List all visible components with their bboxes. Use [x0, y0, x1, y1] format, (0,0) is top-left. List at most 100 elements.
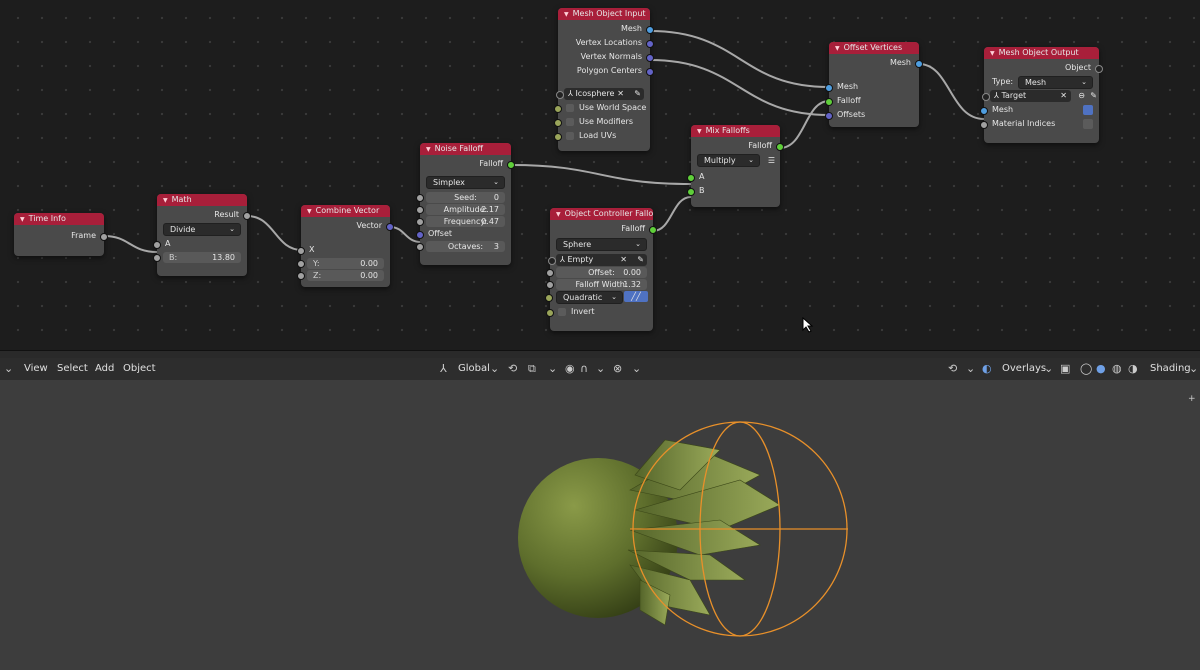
input-socket[interactable]: [554, 119, 562, 127]
checkbox[interactable]: [566, 131, 574, 140]
input-socket[interactable]: [546, 281, 554, 289]
shape-dropdown[interactable]: Sphere ⌄: [556, 238, 647, 251]
collapse-icon[interactable]: ▼: [564, 11, 569, 18]
falloff-width-field[interactable]: Falloff Width: 1.32: [546, 279, 647, 290]
target-object-selector[interactable]: ⅄ Target ✕ ⊖ ✎: [982, 90, 1097, 102]
output-socket[interactable]: [646, 26, 654, 34]
plus-icon[interactable]: +: [1188, 394, 1196, 404]
input-socket[interactable]: [982, 93, 990, 101]
input-socket[interactable]: [416, 243, 424, 251]
checkbox[interactable]: [566, 117, 574, 126]
use-world-space-checkbox[interactable]: Use World Space: [554, 101, 650, 115]
output-socket[interactable]: [100, 233, 108, 241]
input-socket[interactable]: [825, 98, 833, 106]
easing-icon[interactable]: ╱╱: [624, 291, 648, 302]
input-socket[interactable]: [546, 269, 554, 277]
y-field[interactable]: Y: 0.00: [297, 258, 384, 269]
snap-icon[interactable]: ⧉: [528, 358, 536, 380]
output-socket[interactable]: [243, 212, 251, 220]
input-socket[interactable]: [554, 105, 562, 113]
input-socket[interactable]: [153, 254, 161, 262]
input-socket[interactable]: [153, 241, 161, 249]
material-shading-icon[interactable]: ◍: [1112, 358, 1122, 380]
clear-icon[interactable]: ✕: [620, 254, 627, 266]
output-socket[interactable]: [1095, 65, 1103, 73]
menu-view[interactable]: View: [24, 358, 48, 380]
collapse-icon[interactable]: ▼: [835, 45, 840, 52]
output-socket[interactable]: [386, 223, 394, 231]
chevron-down-icon[interactable]: ⌄: [1044, 358, 1053, 380]
proportional-edit-icon[interactable]: ◉: [565, 358, 575, 380]
node-combine-vector[interactable]: ▼ Combine Vector Vector X Y: 0.00 Z: 0.00: [297, 205, 394, 287]
chevron-down-icon[interactable]: ⌄: [596, 358, 605, 380]
input-socket[interactable]: [554, 133, 562, 141]
output-socket[interactable]: [649, 226, 657, 234]
use-modifiers-checkbox[interactable]: Use Modifiers: [554, 115, 650, 129]
input-socket[interactable]: [416, 206, 424, 214]
overlays-button[interactable]: Overlays: [1002, 358, 1046, 380]
collapse-icon[interactable]: ▼: [426, 146, 431, 153]
icosphere-mesh[interactable]: [518, 439, 781, 626]
chevron-down-icon[interactable]: ⌄: [1189, 358, 1198, 380]
input-socket[interactable]: [297, 247, 305, 255]
chevron-down-icon[interactable]: ⌄: [4, 358, 13, 380]
collapse-icon[interactable]: ▼: [20, 216, 25, 223]
node-noise-falloff[interactable]: ▼ Noise Falloff Falloff Simplex ⌄ Seed: 0 A…: [416, 143, 515, 265]
collapse-icon[interactable]: ▼: [990, 50, 995, 57]
amplitude-field[interactable]: Amplitude: 2.17: [416, 204, 505, 215]
input-socket[interactable]: [556, 91, 564, 99]
pivot-icon[interactable]: ⟲: [508, 358, 517, 380]
viewport-scene[interactable]: [0, 380, 1200, 670]
checkbox[interactable]: [558, 307, 566, 316]
output-socket[interactable]: [646, 40, 654, 48]
enable-material-toggle[interactable]: [1083, 119, 1093, 129]
menu-select[interactable]: Select: [57, 358, 88, 380]
collapse-icon[interactable]: ▼: [307, 208, 312, 215]
new-object-icon[interactable]: ⊖: [1078, 90, 1085, 102]
clear-icon[interactable]: ✕: [1060, 90, 1067, 102]
rendered-shading-icon[interactable]: ◑: [1128, 358, 1138, 380]
octaves-field[interactable]: Octaves: 3: [416, 241, 505, 252]
wireframe-shading-icon[interactable]: ◯: [1080, 358, 1092, 380]
3d-viewport[interactable]: ⌄ View Select Add Object ⅄ Global ⌄ ⟲ ⧉ …: [0, 358, 1200, 670]
type-dropdown[interactable]: Mesh ⌄: [1018, 76, 1093, 89]
node-object-controller-falloff[interactable]: ▼ Object Controller Falloff Falloff Spher…: [545, 208, 657, 331]
output-socket[interactable]: [507, 161, 515, 169]
input-socket[interactable]: [825, 112, 833, 120]
interpolation-dropdown[interactable]: Quadratic ⌄ ╱╱: [545, 291, 648, 304]
input-socket[interactable]: [980, 107, 988, 115]
seed-field[interactable]: Seed: 0: [416, 192, 505, 203]
noise-type-dropdown[interactable]: Simplex ⌄: [426, 176, 505, 189]
output-socket[interactable]: [646, 54, 654, 62]
node-offset-vertices[interactable]: ▼ Offset Vertices Mesh Mesh Falloff Offse…: [825, 42, 923, 127]
frequency-field[interactable]: Frequency: 0.47: [416, 216, 505, 227]
input-socket[interactable]: [687, 174, 695, 182]
eyedropper-icon[interactable]: ✎: [637, 254, 644, 266]
input-socket[interactable]: [546, 309, 554, 317]
chevron-down-icon[interactable]: ⌄: [632, 358, 641, 380]
controller-empty-sphere[interactable]: [630, 421, 848, 637]
input-socket[interactable]: [980, 121, 988, 129]
collapse-icon[interactable]: ▼: [697, 128, 702, 135]
node-time-info[interactable]: ▼ Time Info Frame: [14, 213, 108, 256]
node-math[interactable]: ▼ Math Result Divide ⌄ A B: 13.80: [153, 194, 251, 276]
shading-dropdown[interactable]: Shading: [1150, 358, 1191, 380]
checkbox[interactable]: [566, 103, 574, 112]
overlays-icon[interactable]: ◐: [982, 358, 992, 380]
collapse-icon[interactable]: ▼: [556, 211, 561, 218]
node-mesh-object-input[interactable]: ▼ Mesh Object Input Mesh Vertex Locations…: [554, 8, 654, 151]
output-socket[interactable]: [776, 143, 784, 151]
operation-dropdown[interactable]: Divide ⌄: [163, 223, 241, 236]
invert-checkbox[interactable]: Invert: [546, 305, 653, 319]
chevron-down-icon[interactable]: ⌄: [548, 358, 557, 380]
node-mix-falloffs[interactable]: ▼ Mix Falloffs Falloff Multiply ⌄ ☰ A B: [687, 125, 784, 207]
output-socket[interactable]: [646, 68, 654, 76]
object-selector[interactable]: ⅄ Icosphere ✕ ✎: [556, 88, 644, 100]
input-socket[interactable]: [825, 84, 833, 92]
load-uvs-checkbox[interactable]: Load UVs: [554, 129, 650, 143]
node-editor[interactable]: ▼ Time Info Frame ▼ Math Result Divide ⌄ A …: [0, 0, 1200, 350]
controller-object-selector[interactable]: ⅄ Empty ✕ ✎: [548, 254, 647, 266]
input-socket[interactable]: [545, 294, 553, 302]
link-icon[interactable]: ⊗: [613, 358, 622, 380]
mix-mode-dropdown[interactable]: Multiply ⌄ ☰: [697, 154, 775, 167]
